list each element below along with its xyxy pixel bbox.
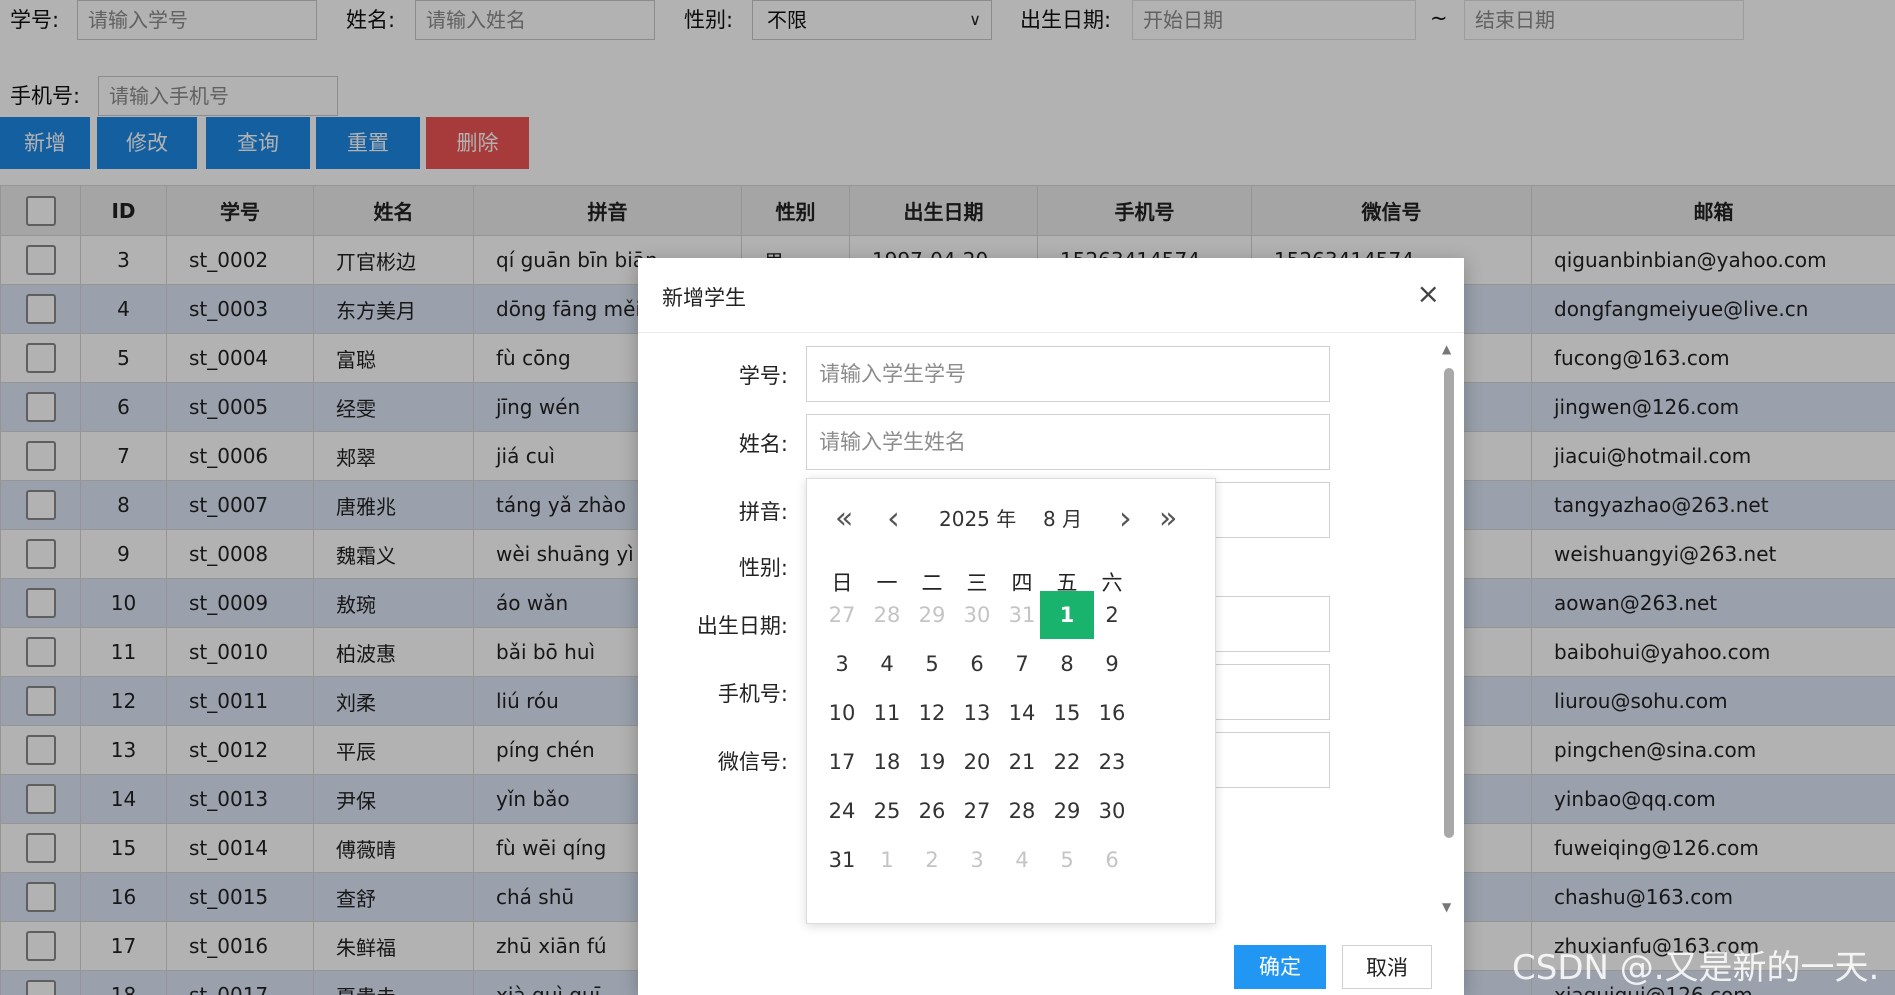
prev-month-icon[interactable]: ‹ (887, 499, 900, 537)
dialog-birth-label: 出生日期: (696, 614, 788, 638)
calendar-day[interactable]: 2 (1085, 591, 1139, 639)
calendar-day[interactable]: 30 (1085, 787, 1139, 835)
watermark: CSDN @.又是新的一天. (1512, 948, 1880, 988)
dialog-name-input[interactable]: 请输入学生姓名 (806, 414, 1330, 470)
dialog-scrollbar[interactable]: ▲ ▼ (1442, 342, 1456, 914)
cancel-button[interactable]: 取消 (1342, 945, 1432, 989)
calendar-day[interactable]: 6 (1085, 836, 1139, 884)
next-month-icon[interactable]: › (1119, 499, 1132, 537)
confirm-button[interactable]: 确定 (1234, 945, 1326, 989)
calendar-day[interactable]: 9 (1085, 640, 1139, 688)
dialog-gender-label: 性别: (738, 556, 788, 580)
dialog-divider (638, 332, 1464, 333)
scroll-down-icon[interactable]: ▼ (1442, 900, 1451, 914)
dialog-no-input[interactable]: 请输入学生学号 (806, 346, 1330, 402)
dialog-pinyin-label: 拼音: (738, 500, 788, 524)
date-picker-popup: « ‹ 2025 年 8 月 › » 日一二三四五六 27 28 29 30 31 1 2 3… (806, 478, 1216, 924)
dialog-name-label: 姓名: (738, 432, 788, 456)
calendar-day[interactable]: 16 (1085, 689, 1139, 737)
calendar-year[interactable]: 2025 年 (939, 503, 1016, 532)
dialog-title: 新增学生 (662, 286, 746, 310)
next-year-icon[interactable]: » (1159, 501, 1177, 536)
scroll-up-icon[interactable]: ▲ (1442, 342, 1451, 356)
scrollbar-thumb[interactable] (1444, 368, 1454, 838)
close-icon[interactable]: × (1417, 276, 1440, 312)
dialog-phone-label: 手机号: (717, 682, 788, 706)
dialog-no-label: 学号: (738, 364, 788, 388)
calendar-day[interactable]: 23 (1085, 738, 1139, 786)
dialog-wechat-label: 微信号: (717, 750, 788, 774)
calendar-month[interactable]: 8 月 (1043, 503, 1082, 532)
prev-year-icon[interactable]: « (835, 501, 853, 536)
